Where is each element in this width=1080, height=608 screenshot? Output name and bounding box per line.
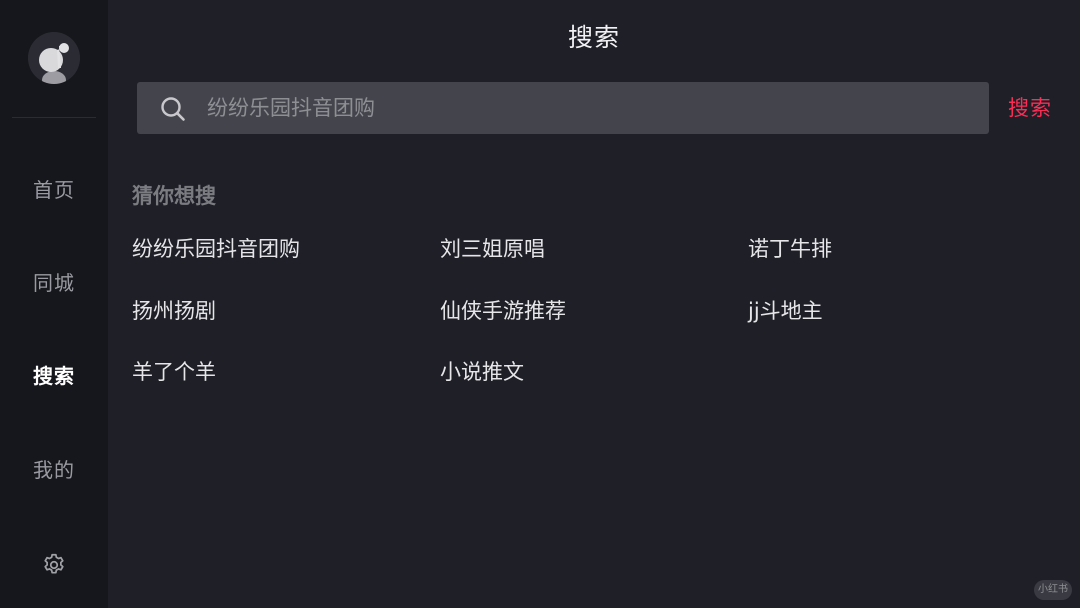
- sidebar-item-nearby[interactable]: 同城: [0, 267, 108, 296]
- search-box[interactable]: [137, 82, 989, 134]
- suggestion-item[interactable]: 扬州扬剧: [132, 295, 216, 325]
- watermark-badge: 小红书: [1034, 580, 1072, 600]
- suggestion-item[interactable]: 纷纷乐园抖音团购: [132, 233, 300, 263]
- suggestion-item[interactable]: 刘三姐原唱: [440, 233, 545, 263]
- sidebar-item-search[interactable]: 搜索: [0, 360, 108, 389]
- sidebar: 首页 同城 搜索 我的: [0, 0, 108, 608]
- music-note-avatar-icon: [28, 32, 80, 84]
- suggestion-item[interactable]: 诺丁牛排: [748, 233, 832, 263]
- suggestions-heading: 猜你想搜: [132, 184, 216, 208]
- sidebar-divider: [12, 117, 96, 118]
- sidebar-item-home[interactable]: 首页: [0, 174, 108, 203]
- app-window: 首页 同城 搜索 我的 搜索 搜索 猜你想搜 纷纷乐园抖音团购 刘三姐原唱 诺丁…: [0, 0, 1080, 608]
- suggestion-item[interactable]: 仙侠手游推荐: [440, 295, 566, 325]
- search-input[interactable]: [207, 82, 967, 134]
- avatar[interactable]: [28, 32, 80, 84]
- suggestion-item[interactable]: 羊了个羊: [132, 356, 216, 386]
- gear-icon[interactable]: [41, 552, 67, 578]
- suggestion-item[interactable]: 小说推文: [440, 356, 524, 386]
- sidebar-item-me[interactable]: 我的: [0, 454, 108, 483]
- search-button[interactable]: 搜索: [1008, 92, 1052, 122]
- suggestion-item[interactable]: jj斗地主: [748, 295, 823, 325]
- search-icon: [161, 97, 185, 121]
- page-title: 搜索: [567, 23, 620, 52]
